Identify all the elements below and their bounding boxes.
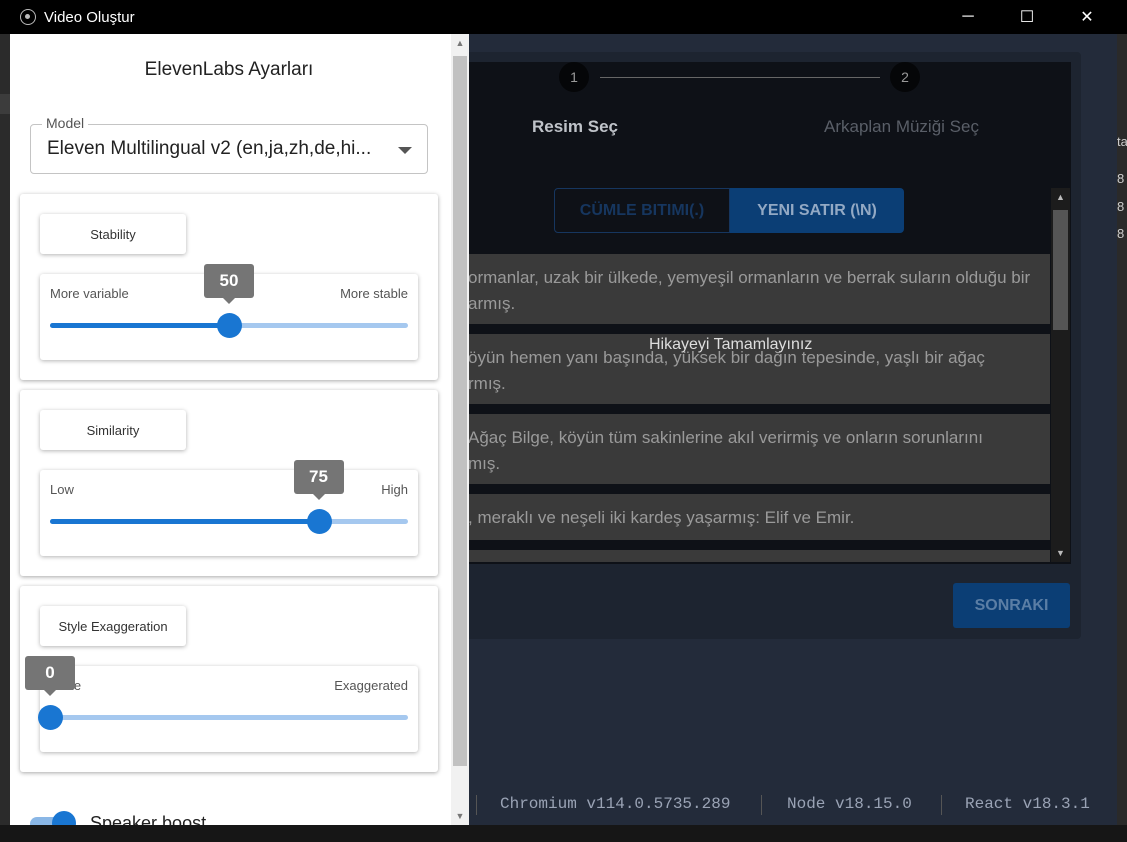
- slider-thumb[interactable]: [38, 705, 63, 730]
- style-exaggeration-label: Style Exaggeration: [40, 606, 186, 646]
- slider-min-label: Low: [50, 482, 74, 497]
- elevenlabs-settings-dialog: ElevenLabs Ayarları Model Eleven Multili…: [10, 34, 469, 825]
- window-title: Video Oluştur: [44, 8, 135, 26]
- style-exaggeration-slider[interactable]: 0: [25, 656, 408, 730]
- story-row[interactable]: Ağaç Bilge, köyün tüm sakinlerine akıl v…: [468, 414, 1050, 484]
- slider-fill: [50, 519, 319, 524]
- left-edge: [0, 34, 10, 842]
- model-select-label: Model: [42, 115, 89, 131]
- slider-value-tooltip: 0: [25, 656, 75, 696]
- maximize-button[interactable]: ☐: [1004, 0, 1050, 34]
- new-line-toggle[interactable]: YENI SATIR (\N): [730, 188, 904, 233]
- close-button[interactable]: ✕: [1064, 0, 1110, 34]
- stability-panel: Stability More variable More stable 50: [20, 194, 438, 380]
- complete-story-hint: Hikayeyi Tamamlayınız: [649, 336, 813, 353]
- slider-min-label: More variable: [50, 286, 129, 301]
- story-scrollbar[interactable]: ▲ ▼: [1051, 188, 1070, 562]
- stability-slider[interactable]: 50: [50, 264, 408, 338]
- dropdown-arrow-icon[interactable]: [398, 147, 412, 154]
- slider-max-label: High: [381, 482, 408, 497]
- step-1-indicator: 1: [559, 62, 589, 92]
- slider-max-label: More stable: [340, 286, 408, 301]
- similarity-label: Similarity: [40, 410, 186, 450]
- similarity-panel: Similarity Low High 75: [20, 390, 438, 576]
- minimize-button[interactable]: ─: [945, 0, 991, 34]
- scroll-down-arrow-icon[interactable]: ▼: [451, 811, 469, 821]
- slider-max-label: Exaggerated: [334, 678, 408, 693]
- stability-slider-card: More variable More stable 50: [40, 264, 418, 360]
- scroll-down-arrow-icon[interactable]: ▼: [1051, 548, 1070, 558]
- scrollbar-thumb[interactable]: [453, 56, 467, 766]
- slider-value-tooltip: 50: [204, 264, 254, 304]
- step-1-label[interactable]: Resim Seç: [532, 117, 618, 137]
- model-select-value[interactable]: Eleven Multilingual v2 (en,ja,zh,de,hi..…: [47, 138, 371, 160]
- step-2-label[interactable]: Arkaplan Müziği Seç: [824, 117, 979, 137]
- dialog-scrollbar[interactable]: ▲ ▼: [451, 34, 469, 825]
- step-2-indicator: 2: [890, 62, 920, 92]
- story-row[interactable]: , meraklı ve neşeli iki kardeş yaşarmış:…: [468, 494, 1050, 540]
- style-exaggeration-panel: Style Exaggeration None Exaggerated 0: [20, 586, 438, 772]
- slider-value-tooltip: 75: [293, 460, 344, 500]
- slider-fill: [50, 323, 229, 328]
- react-version: React v18.3.1: [965, 795, 1090, 813]
- electron-app-icon: [20, 9, 36, 25]
- similarity-slider[interactable]: 75: [50, 460, 408, 534]
- sentence-end-toggle[interactable]: CÜMLE BITIMI(.): [554, 188, 730, 233]
- chromium-version: Chromium v114.0.5735.289: [500, 795, 731, 813]
- slider-thumb[interactable]: [306, 509, 332, 534]
- step-connector: [600, 77, 880, 78]
- speaker-boost-label: Speaker boost: [90, 813, 207, 825]
- stability-label: Stability: [40, 214, 186, 254]
- scroll-up-arrow-icon[interactable]: ▲: [1051, 192, 1070, 202]
- switch-knob[interactable]: [52, 811, 76, 825]
- slider-thumb[interactable]: [217, 313, 242, 338]
- style-exaggeration-slider-card: None Exaggerated 0: [25, 656, 418, 752]
- story-row[interactable]: ormanlar, uzak bir ülkede, yemyeşil orma…: [468, 254, 1050, 324]
- node-version: Node v18.15.0: [787, 795, 912, 813]
- title-bar: Video Oluştur ─ ☐ ✕: [0, 0, 1127, 34]
- similarity-slider-card: Low High 75: [40, 460, 418, 556]
- next-button[interactable]: SONRAKI: [953, 583, 1070, 628]
- bottom-edge: [0, 825, 1127, 842]
- scrollbar-thumb[interactable]: [1053, 210, 1068, 330]
- scroll-up-arrow-icon[interactable]: ▲: [451, 38, 469, 48]
- dialog-title: ElevenLabs Ayarları: [144, 59, 314, 80]
- right-edge: ta 8 8 8: [1117, 34, 1127, 842]
- story-row[interactable]: [468, 550, 1050, 562]
